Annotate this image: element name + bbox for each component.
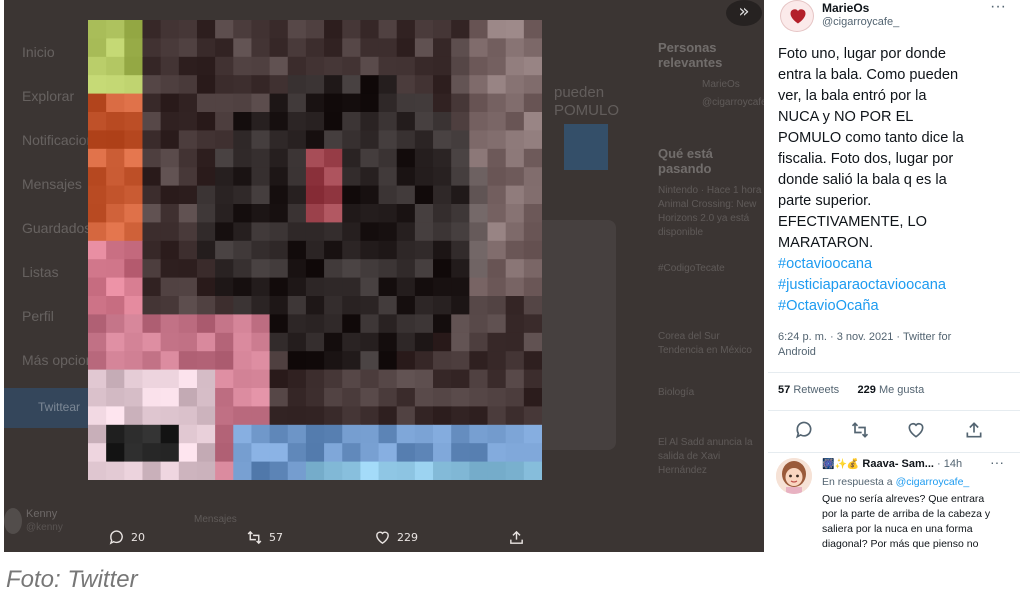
share-icon[interactable] [964,420,984,440]
reply-button[interactable]: 20 [108,526,145,548]
divider [768,452,1020,453]
tweet-text-line: EFECTIVAMENTE, LO [778,214,927,230]
retweet-button[interactable]: 57 [246,526,283,548]
lightbox-action-bar: 20 57 229 [108,526,538,548]
cartoon-avatar-icon [776,458,812,494]
avatar [4,508,22,534]
tweet-text: Foto uno, lugar por donde entra la bala.… [778,44,1014,317]
retweets-label[interactable]: Retweets [793,384,839,396]
tweet-stats: 57 Retweets 229 Me gusta [778,384,924,396]
like-count: 229 [397,530,418,544]
tweet-text-line: parte superior. [778,193,872,209]
tweet-text-line: NUCA y NO POR EL [778,109,914,125]
replying-to-link[interactable]: @cigarroycafe_ [896,476,970,488]
share-icon [510,530,523,544]
reply-text-line: por la parte de arriba de la cabeza y [822,508,991,520]
background-messages-label: Mensajes [194,514,237,525]
reply-text-line: saliera por la nuca en una forma [822,523,973,535]
heart-icon[interactable] [906,420,926,440]
screenshot-root: Inicio Explorar Notificaciones Mensajes … [0,0,1024,600]
pixelated-photo [88,20,542,480]
retweet-icon [247,530,262,544]
retweets-count[interactable]: 57 [778,384,790,396]
relevant-people-title: Personas relevantes [658,40,723,70]
tweet-text-line: MARATARON. [778,235,874,251]
trend-item[interactable]: Animal Crossing: New Horizons 2.0 ya est… [658,198,764,240]
trend-item[interactable]: Corea del Sur [658,330,764,344]
tweet-text-line: entra la bala. Como pueden [778,67,959,83]
next-media-button[interactable]: » [726,0,762,26]
background-blue-block [564,124,608,170]
reply-text-line: Que no sería alreves? Que entrara [822,493,985,505]
reply-tweet[interactable]: 🎆✨💰 Raava- Sam... · 14h ··· En respuesta… [768,454,1020,552]
background-account-switcher[interactable]: Kenny @kenny [4,500,104,540]
tweet-text-line: donde salió la bala q es la [778,172,947,188]
likes-count[interactable]: 229 [858,384,876,396]
background-right-column: Personas relevantes MarieOs @cigarroycaf… [658,40,764,552]
trend-item[interactable]: El Al Sadd anuncia la salida de Xavi Her… [658,436,764,478]
reply-text-line: diagonal? Por más que pienso no [822,538,979,550]
name-emojis: 🎆✨💰 [822,459,860,470]
tweet-text-line: fiscalia. Foto dos, lugar por [778,151,954,167]
avatar[interactable] [776,458,812,494]
trend-meta: Tendencia en México [658,345,752,356]
account-handle: @kenny [26,522,63,533]
media-lightbox: Inicio Explorar Notificaciones Mensajes … [4,0,764,552]
reply-header: 🎆✨💰 Raava- Sam... · 14h [822,458,962,470]
more-options-icon[interactable]: ··· [990,454,1004,470]
tweet-detail-panel: MarieOs @cigarroycafe_ ··· Foto uno, lug… [768,0,1020,552]
heart-logo-icon [790,9,806,24]
trend-meta: Nintendo · Hace 1 hora [658,185,762,196]
tweet-action-bar [768,420,1020,442]
background-tweet-button[interactable]: Twittear [4,388,96,428]
author-handle[interactable]: @cigarroycafe_ [822,16,899,28]
reply-text: Que no sería alreves? Que entrara por la… [822,492,1014,552]
reply-icon [109,529,123,545]
trending-title: Qué está pasando [658,146,713,176]
tweet-timestamp[interactable]: 6:24 p. m. · 3 nov. 2021 · Twitter for A… [778,330,998,360]
avatar[interactable] [780,0,814,32]
reply-count: 20 [131,530,145,544]
trend-item[interactable]: #CodigoTecate [658,262,764,276]
related-account-name[interactable]: MarieOs [658,78,764,92]
background-tweet-snippet: pueden POMULO [554,84,620,119]
related-account-handle: @cigarroycafe [702,97,764,108]
divider [768,410,1020,411]
reply-time[interactable]: · 14h [937,458,962,470]
timestamp-source: Android [778,346,816,358]
reply-icon[interactable] [794,420,814,440]
like-button[interactable]: 229 [374,526,418,548]
tweet-header: MarieOs @cigarroycafe_ ··· [768,0,1020,40]
replying-prefix: En respuesta a [822,476,893,488]
retweet-icon[interactable] [850,420,870,440]
trend-item[interactable]: Biología [658,386,764,400]
image-caption: Foto: Twitter [6,566,138,593]
more-options-icon[interactable]: ··· [990,0,1006,16]
divider [768,372,1020,373]
hashtag-link[interactable]: #octavioocana [778,254,1014,275]
likes-label[interactable]: Me gusta [879,384,924,396]
tweet-text-line: ver, la bala entró por la [778,88,927,104]
heart-icon [376,531,389,544]
replying-to: En respuesta a @cigarroycafe_ [822,476,969,488]
account-name: Kenny [26,508,58,520]
hashtag-link[interactable]: #OctavioOcaña [778,296,1014,317]
hashtag-link[interactable]: #justiciaparaoctavioocana [778,275,1014,296]
tweet-text-line: POMULO como tanto dice la [778,130,964,146]
author-name[interactable]: MarieOs [822,1,869,15]
reply-author-name[interactable]: Raava- Sam... [862,458,934,470]
retweet-count: 57 [269,530,283,544]
tweet-text-line: Foto uno, lugar por donde [778,46,946,62]
timestamp-line: 6:24 p. m. · 3 nov. 2021 · Twitter for [778,331,952,343]
share-button[interactable] [508,526,525,548]
